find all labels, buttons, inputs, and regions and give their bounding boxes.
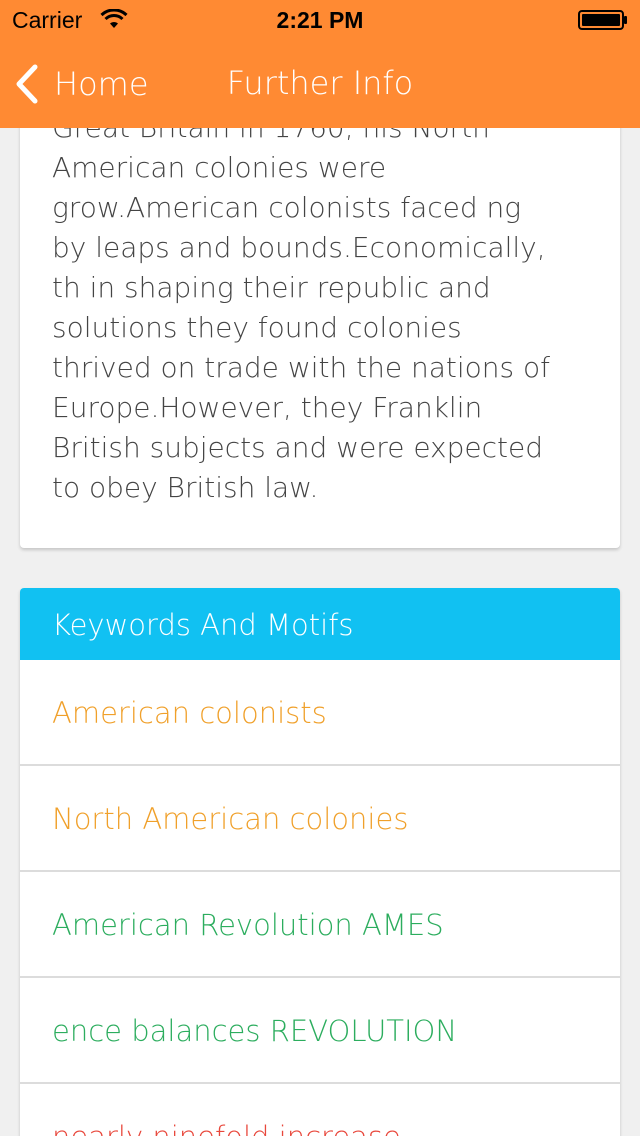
body-line: to obey British law. — [52, 471, 319, 504]
navigation-bar: Home Further Info — [0, 40, 640, 128]
body-line: thrived on trade with the nations of — [52, 351, 550, 384]
keyword-item[interactable]: ence balances REVOLUTION — [20, 978, 620, 1084]
body-line: American colonies were — [52, 151, 387, 184]
info-body-text: Great Britain in 1760, his North America… — [52, 128, 592, 508]
keyword-item[interactable]: American Revolution AMES — [20, 872, 620, 978]
keyword-item[interactable]: North American colonies — [20, 766, 620, 872]
body-line: Great Britain in 1760, his North — [52, 128, 592, 148]
status-time: 2:21 PM — [276, 7, 364, 33]
body-line: British subjects and were expected — [52, 431, 543, 464]
body-line: solutions they found colonies — [52, 311, 462, 344]
body-line: by leaps and bounds.Economically, — [52, 231, 546, 264]
status-bar: Carrier 2:21 PM — [0, 0, 640, 40]
battery-icon — [578, 10, 627, 30]
info-text-card: Great Britain in 1760, his North America… — [20, 128, 620, 548]
keyword-item[interactable]: nearly ninefold increase — [20, 1084, 620, 1136]
keyword-item[interactable]: American colonists — [20, 660, 620, 766]
keywords-card: Keywords And Motifs American colonists N… — [20, 588, 620, 1136]
keywords-header: Keywords And Motifs — [20, 588, 620, 660]
scroll-content[interactable]: Great Britain in 1760, his North America… — [0, 128, 640, 1136]
body-line: Europe.However, they Franklin — [52, 391, 483, 424]
page-title: Further Info — [226, 64, 414, 102]
body-line: th in shaping their republic and — [52, 271, 491, 304]
body-line: grow.American colonists faced ng — [52, 191, 522, 224]
